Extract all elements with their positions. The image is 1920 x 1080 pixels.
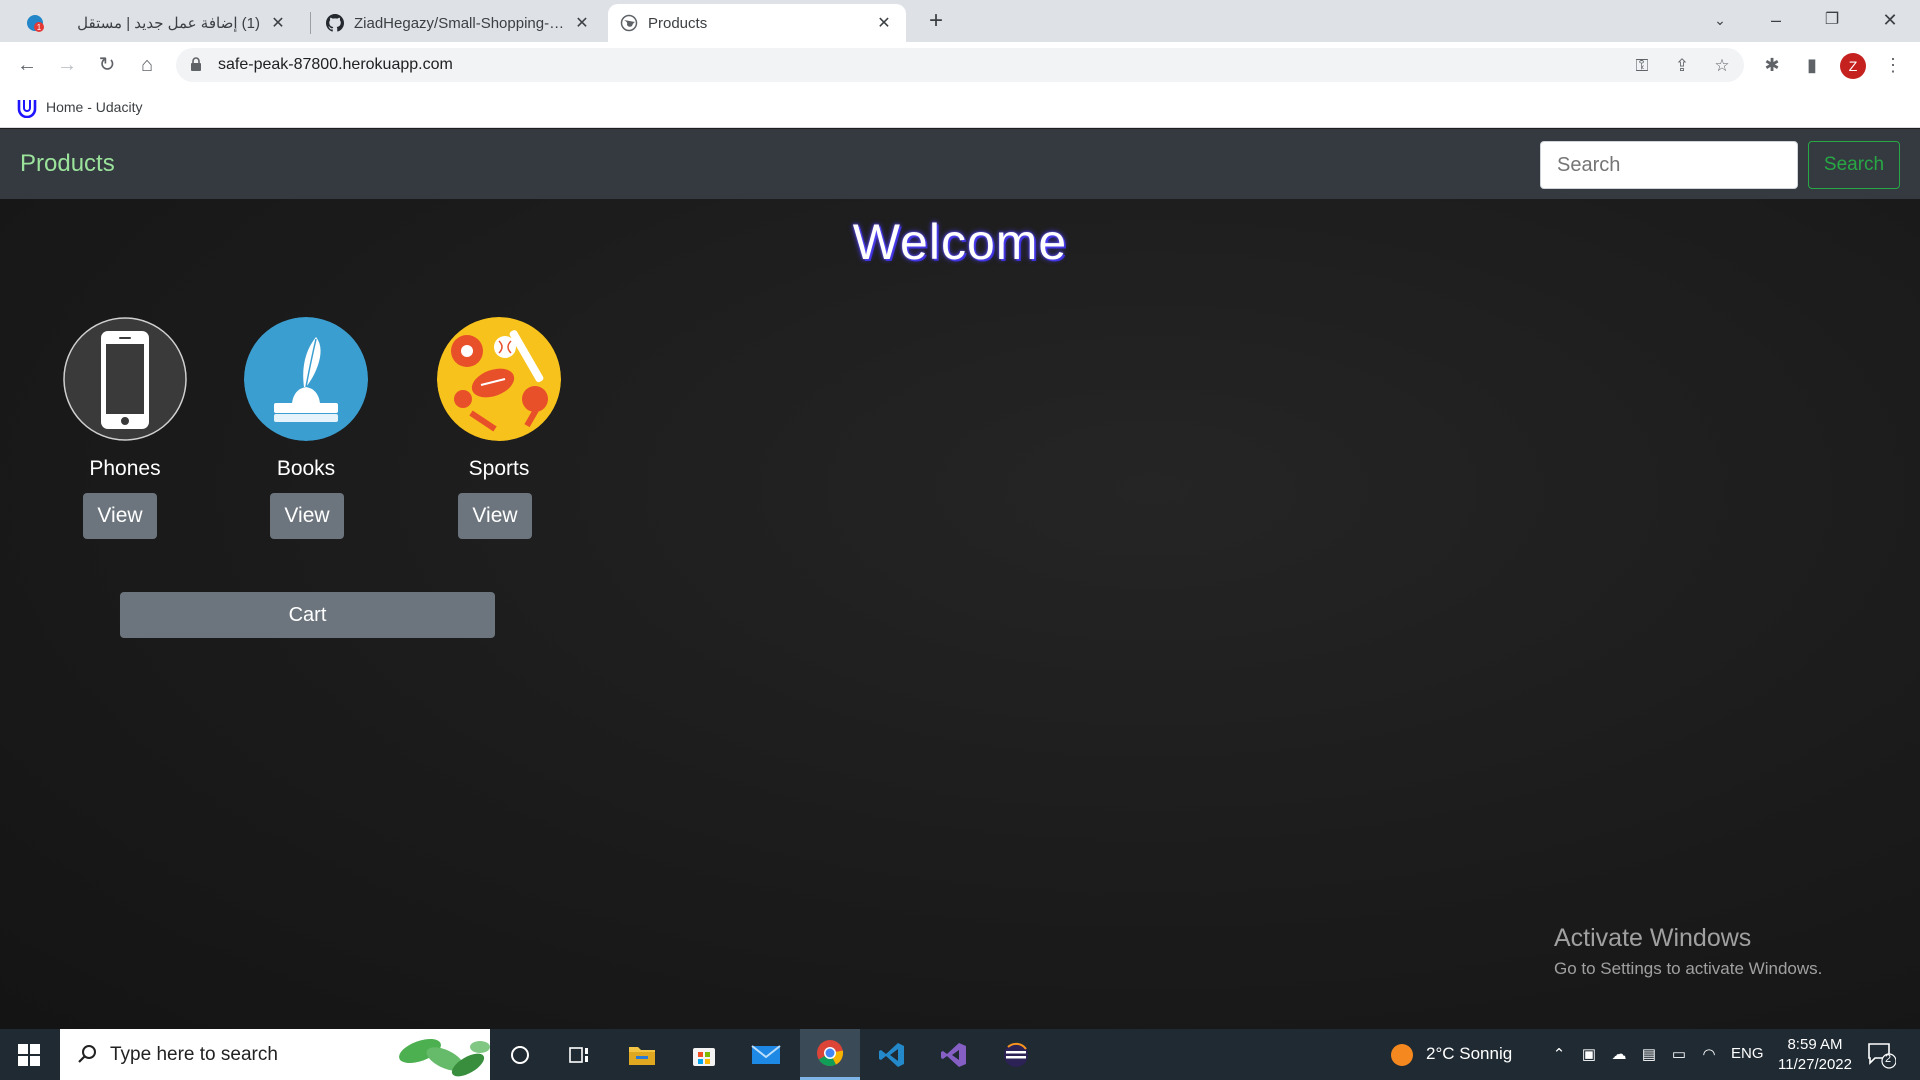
taskbar-clock[interactable]: 8:59 AM 11/27/2022 <box>1770 1035 1860 1075</box>
profile-avatar[interactable]: Z <box>1840 53 1866 79</box>
back-arrow-icon[interactable]: ← <box>12 50 42 80</box>
file-explorer-icon[interactable] <box>612 1029 672 1080</box>
taskbar-search-placeholder: Type here to search <box>110 1044 278 1065</box>
clock-date: 11/27/2022 <box>1778 1056 1852 1073</box>
svg-text:1: 1 <box>37 23 42 32</box>
view-phones-button[interactable]: View <box>83 493 157 539</box>
category-name: Sports <box>468 457 530 480</box>
watermark-subtitle: Go to Settings to activate Windows. <box>1554 959 1823 978</box>
clock-time: 8:59 AM <box>1787 1036 1843 1053</box>
category-phones: Phones <box>60 317 190 481</box>
tab-close-icon[interactable]: ✕ <box>874 13 894 33</box>
meet-now-icon[interactable]: ▣ <box>1579 1045 1599 1065</box>
search-input[interactable] <box>1540 141 1798 189</box>
browser-toolbar: ← → ↻ ⌂ safe-peak-87800.herokuapp.com ⚿ … <box>0 42 1920 88</box>
close-window-button[interactable]: ✕ <box>1862 0 1918 40</box>
navbar-brand[interactable]: Products <box>20 150 115 178</box>
restore-button[interactable]: ❐ <box>1804 0 1860 40</box>
view-books-button[interactable]: View <box>270 493 344 539</box>
book-quill-icon <box>244 317 368 441</box>
key-icon[interactable]: ⚿ <box>1632 56 1652 76</box>
globe-icon <box>620 14 638 32</box>
category-books: Books <box>241 317 371 481</box>
tab-close-icon[interactable]: ✕ <box>572 13 592 33</box>
display-icon[interactable]: ▤ <box>1639 1045 1659 1065</box>
tab-search-chevron-icon[interactable]: ⌄ <box>1692 0 1748 40</box>
windows-taskbar: Type here to search 2°C Sonnig ⌃ ▣ ☁ ▤ ▭ <box>0 1029 1920 1080</box>
welcome-heading: Welcome <box>852 214 1068 270</box>
view-sports-button[interactable]: View <box>458 493 532 539</box>
chevron-up-icon[interactable]: ⌃ <box>1549 1045 1569 1065</box>
vscode-icon[interactable] <box>862 1029 922 1080</box>
tab-separator <box>310 12 311 34</box>
home-icon[interactable]: ⌂ <box>132 50 162 80</box>
tab-title: Products <box>648 14 708 32</box>
notification-center-icon[interactable]: 2 <box>1866 1041 1897 1069</box>
chrome-icon[interactable] <box>800 1029 860 1080</box>
menu-dots-icon[interactable]: ⋮ <box>1882 54 1904 76</box>
site-navbar: Products Search <box>0 129 1920 199</box>
extensions-icon[interactable]: ✱ <box>1761 54 1783 76</box>
bookmark-udacity[interactable]: Home - Udacity <box>16 96 142 118</box>
onedrive-cloud-icon[interactable]: ☁ <box>1609 1045 1629 1065</box>
mail-icon[interactable] <box>736 1029 796 1080</box>
tab-mostaql[interactable]: 1 (1) إضافة عمل جديد | مستقل ✕ <box>14 4 300 42</box>
search-icon <box>78 1045 96 1063</box>
bookmark-label: Home - Udacity <box>46 99 143 115</box>
category-name: Phones <box>89 457 161 480</box>
star-icon[interactable]: ☆ <box>1712 56 1732 76</box>
udacity-logo-icon <box>17 100 37 118</box>
notification-count: 2 <box>1885 1053 1892 1065</box>
tab-products[interactable]: Products ✕ <box>608 4 906 42</box>
bookmarks-bar: Home - Udacity <box>0 88 1920 128</box>
search-button[interactable]: Search <box>1808 141 1900 189</box>
microsoft-store-icon[interactable] <box>674 1029 734 1080</box>
mostaql-favicon-icon: 1 <box>26 14 44 32</box>
windows-start-icon[interactable] <box>18 1044 40 1066</box>
sports-balls-icon <box>437 317 561 441</box>
reload-icon[interactable]: ↻ <box>92 50 122 80</box>
share-icon[interactable]: ⇪ <box>1672 56 1692 76</box>
github-icon <box>326 14 344 32</box>
cortana-icon[interactable] <box>490 1029 550 1080</box>
weather-text[interactable]: 2°C Sonnig <box>1426 1044 1512 1064</box>
task-view-icon[interactable] <box>550 1029 610 1080</box>
side-panel-icon[interactable]: ▮ <box>1801 54 1823 76</box>
browser-tab-strip: 1 (1) إضافة عمل جديد | مستقل ✕ ZiadHegaz… <box>0 0 1920 42</box>
category-name: Books <box>276 457 336 480</box>
language-indicator[interactable]: ENG <box>1731 1045 1764 1062</box>
tab-github[interactable]: ZiadHegazy/Small-Shopping-Website ✕ <box>314 4 604 42</box>
category-sports: Sports <box>434 317 564 481</box>
eclipse-icon[interactable] <box>986 1029 1046 1080</box>
lock-icon <box>191 57 201 71</box>
search-highlight-leaves-icon <box>399 1038 490 1077</box>
new-tab-button[interactable]: + <box>922 7 950 35</box>
visual-studio-icon[interactable] <box>924 1029 984 1080</box>
battery-icon[interactable]: ▭ <box>1669 1045 1689 1065</box>
watermark-title: Activate Windows <box>1554 924 1752 952</box>
url-text: safe-peak-87800.herokuapp.com <box>218 56 453 73</box>
activate-windows-watermark: Activate Windows Go to Settings to activ… <box>1554 924 1822 979</box>
cart-button[interactable]: Cart <box>120 592 495 638</box>
weather-sun-icon <box>1391 1044 1413 1066</box>
wifi-icon[interactable]: ◠ <box>1699 1045 1719 1065</box>
page-content: Products Search Welcome Phones View <box>0 129 1920 1029</box>
taskbar-search-box[interactable]: Type here to search <box>60 1029 490 1080</box>
minimize-button[interactable]: – <box>1748 0 1804 40</box>
forward-arrow-icon[interactable]: → <box>52 50 82 80</box>
tab-close-icon[interactable]: ✕ <box>268 13 288 33</box>
tab-title: (1) إضافة عمل جديد | مستقل <box>77 15 260 32</box>
tab-title: ZiadHegazy/Small-Shopping-Website <box>354 14 572 32</box>
phone-icon <box>63 317 187 441</box>
address-bar[interactable]: safe-peak-87800.herokuapp.com ⚿ ⇪ ☆ <box>176 48 1744 82</box>
